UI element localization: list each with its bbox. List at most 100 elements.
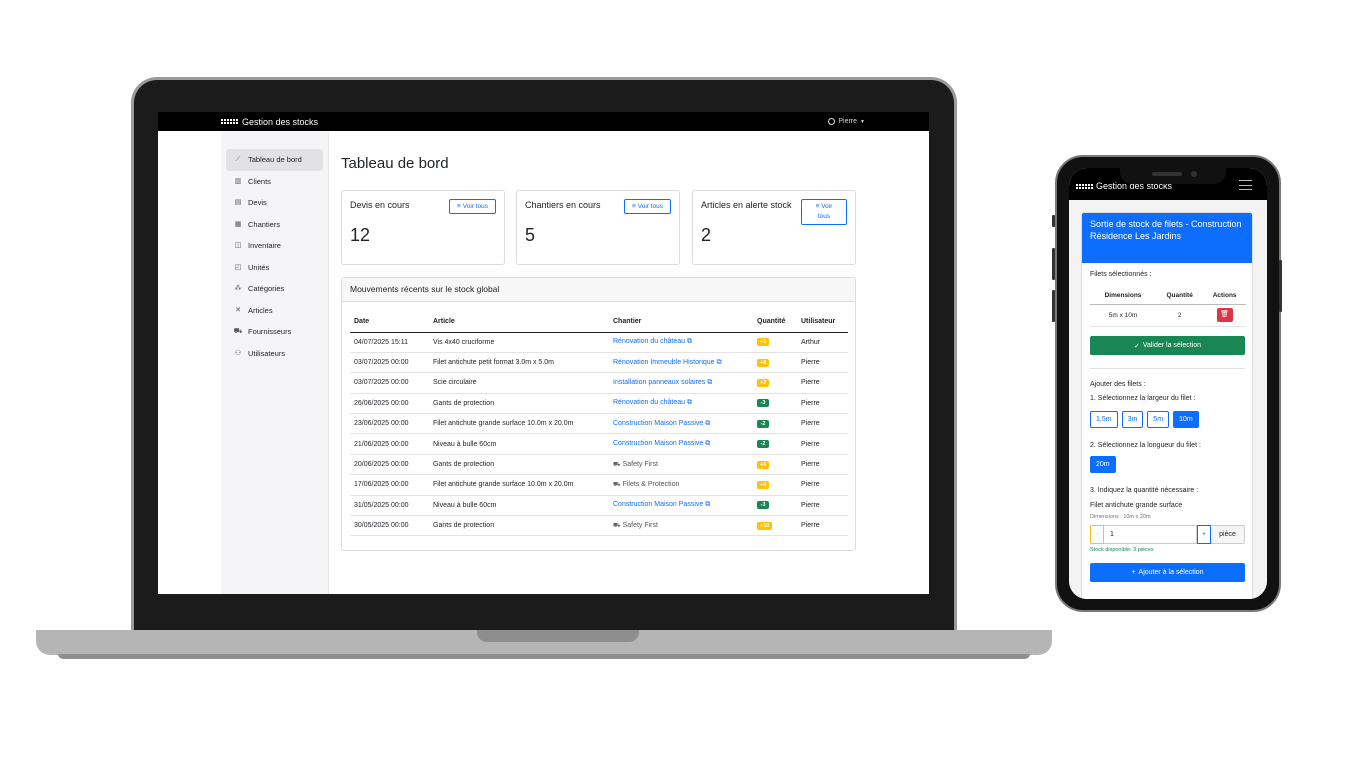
selected-nets-label: Filets sélectionnés : xyxy=(1090,271,1152,278)
user-menu[interactable]: Pierre ▼ xyxy=(828,112,865,131)
col-chantier: Chantier xyxy=(609,312,753,333)
quantity-badge: +1 xyxy=(757,338,770,347)
cell-article: Filet antichute petit format 3.0m x 5.0m xyxy=(429,352,609,374)
row-dimensions: 5m x 10m xyxy=(1090,304,1157,327)
increment-button[interactable]: + xyxy=(1197,525,1211,544)
product-name: Filet antichute grande surface xyxy=(1090,502,1183,509)
step1-label: 1. Sélectionnez la largeur du filet : xyxy=(1090,395,1196,402)
phone-volume-up xyxy=(1052,248,1055,280)
sidebar-item[interactable]: ▦ Chantiers xyxy=(226,214,323,236)
external-link-icon[interactable]: ⧉ xyxy=(705,420,710,427)
user-name: Pierre xyxy=(838,118,858,125)
cell-article: Niveau à bulle 60cm xyxy=(429,495,609,517)
product-dimensions: Dimensions : 10m x 20m xyxy=(1090,514,1151,520)
option-button[interactable]: 1,5m xyxy=(1090,411,1118,428)
card-value: 5 xyxy=(525,225,536,245)
chantier-link[interactable]: Rénovation du château xyxy=(613,338,685,345)
option-button[interactable]: 5m xyxy=(1147,411,1170,428)
cell-chantier: ⛟ Filets & Protection xyxy=(609,474,753,496)
quantity-badge: -3 xyxy=(757,399,769,408)
quantity-unit: pièce xyxy=(1211,525,1245,544)
option-button[interactable]: 3m xyxy=(1121,411,1144,428)
brand-label: Gestion des stocks xyxy=(242,116,319,127)
sidebar-item[interactable]: ⛟ Fournisseurs xyxy=(226,321,323,343)
add-to-selection-button[interactable]: + Ajouter à la sélection xyxy=(1090,563,1245,582)
quantity-badge: -2 xyxy=(757,440,769,449)
cell-chantier: ⛟ Safety First xyxy=(609,515,753,537)
phone-speaker xyxy=(1152,172,1182,176)
document-icon: ▤ xyxy=(234,199,242,207)
sidebar-item[interactable]: ◰ Unités xyxy=(226,257,323,279)
cell-quantite: +2 xyxy=(753,372,797,394)
sidebar-item-label: Catégories xyxy=(248,284,285,294)
add-nets-label: Ajouter des filets : xyxy=(1090,381,1146,388)
phone-camera xyxy=(1191,171,1197,177)
divider xyxy=(1090,368,1245,369)
cell-utilisateur: Pierre xyxy=(797,495,848,517)
decrement-button[interactable]: - xyxy=(1090,525,1104,544)
cell-article: Filet antichute grande surface 10.0m x 2… xyxy=(429,413,609,435)
sidebar-item-label: Utilisateurs xyxy=(248,348,286,358)
chantier-link[interactable]: Installation panneaux solaires xyxy=(613,379,705,386)
truck-icon: ⛟ xyxy=(613,522,621,529)
cell-date: 04/07/2025 15:11 xyxy=(350,332,429,353)
chantier-link[interactable]: Construction Maison Passive xyxy=(613,420,703,427)
external-link-icon[interactable]: ⧉ xyxy=(717,359,722,366)
sidebar-item-label: Clients xyxy=(248,176,271,186)
trash-icon[interactable]: 🗑 xyxy=(1216,308,1233,322)
sidebar-item-label: Fournisseurs xyxy=(248,327,292,337)
col-actions: Actions xyxy=(1203,287,1246,305)
plus-icon: + xyxy=(1131,569,1136,576)
sidebar-item[interactable]: ⟋ Tableau de bord xyxy=(226,149,323,171)
card-chantiers: Chantiers en cours 5 ≡ Voir tous xyxy=(516,190,680,265)
card-value: 2 xyxy=(701,225,712,245)
chantier-link[interactable]: Rénovation Immeuble Historique xyxy=(613,359,715,366)
stock-available: Stock disponible: 3 pièces xyxy=(1090,547,1154,553)
option-button[interactable]: 20m xyxy=(1090,456,1116,473)
voir-tous-chantiers-button[interactable]: ≡ Voir tous xyxy=(624,199,671,214)
validate-selection-button[interactable]: ✓ Valider la sélection xyxy=(1090,336,1245,355)
tools-icon: ✕ xyxy=(235,306,241,314)
chantier-link[interactable]: Rénovation du château xyxy=(613,399,685,406)
step3-label: 3. Indiquez la quantité nécessaire : xyxy=(1090,487,1199,494)
sidebar-item[interactable]: ▤ Devis xyxy=(226,192,323,214)
cell-quantite: +4 xyxy=(753,474,797,496)
sidebar-item[interactable]: ⁂ Catégories xyxy=(226,278,323,300)
list-icon: ≡ xyxy=(631,202,636,210)
sidebar-item[interactable]: ▥ Clients xyxy=(226,171,323,193)
box-icon: ◫ xyxy=(234,242,242,250)
sidebar-item[interactable]: ✕ Articles xyxy=(226,300,323,322)
sidebar-item[interactable]: ⚇ Utilisateurs xyxy=(226,343,323,365)
quantity-badge: -2 xyxy=(757,419,769,428)
diagram-icon: ⁂ xyxy=(234,285,242,293)
chantier-link[interactable]: Construction Maison Passive xyxy=(613,440,703,447)
cell-quantite: -3 xyxy=(753,495,797,517)
table-row: 04/07/2025 15:11 Vis 4x40 cruciforme Rénov… xyxy=(350,332,848,353)
phone-body: Sortie de stock de filets - Construction… xyxy=(1069,200,1267,599)
external-link-icon[interactable]: ⧉ xyxy=(687,399,692,406)
list-icon: ≡ xyxy=(456,202,461,210)
navbar-brand[interactable]: Gestion des stocks xyxy=(221,112,318,131)
sidebar-item-label: Tableau de bord xyxy=(248,155,302,165)
sidebar-item[interactable]: ◫ Inventaire xyxy=(226,235,323,257)
voir-tous-alerte-button[interactable]: ≡ Voir tous xyxy=(801,199,847,225)
cell-chantier: Construction Maison Passive ⧉ xyxy=(609,433,753,455)
hamburger-menu-icon[interactable] xyxy=(1239,180,1252,190)
external-link-icon[interactable]: ⧉ xyxy=(705,501,710,508)
card-alerte-stock: Articles en alerte stock 2 ≡ Voir tous xyxy=(692,190,856,265)
cell-article: Gants de protection xyxy=(429,454,609,476)
cell-quantite: +6 xyxy=(753,454,797,476)
cell-chantier: Installation panneaux solaires ⧉ xyxy=(609,372,753,394)
chantier-link[interactable]: Construction Maison Passive xyxy=(613,501,703,508)
quantity-input[interactable]: 1 xyxy=(1104,525,1197,544)
stock-exit-card: Sortie de stock de filets - Construction… xyxy=(1081,212,1253,599)
cell-utilisateur: Arthur xyxy=(797,332,848,353)
external-link-icon[interactable]: ⧉ xyxy=(705,440,710,447)
external-link-icon[interactable]: ⧉ xyxy=(687,338,692,345)
cell-quantite: +1 xyxy=(753,332,797,353)
voir-tous-devis-button[interactable]: ≡ Voir tous xyxy=(449,199,496,214)
external-link-icon[interactable]: ⧉ xyxy=(707,379,712,386)
table-row: 23/06/2025 00:00 Filet antichute grande s… xyxy=(350,413,848,435)
cell-utilisateur: Pierre xyxy=(797,372,848,394)
option-button[interactable]: 10m xyxy=(1173,411,1199,428)
